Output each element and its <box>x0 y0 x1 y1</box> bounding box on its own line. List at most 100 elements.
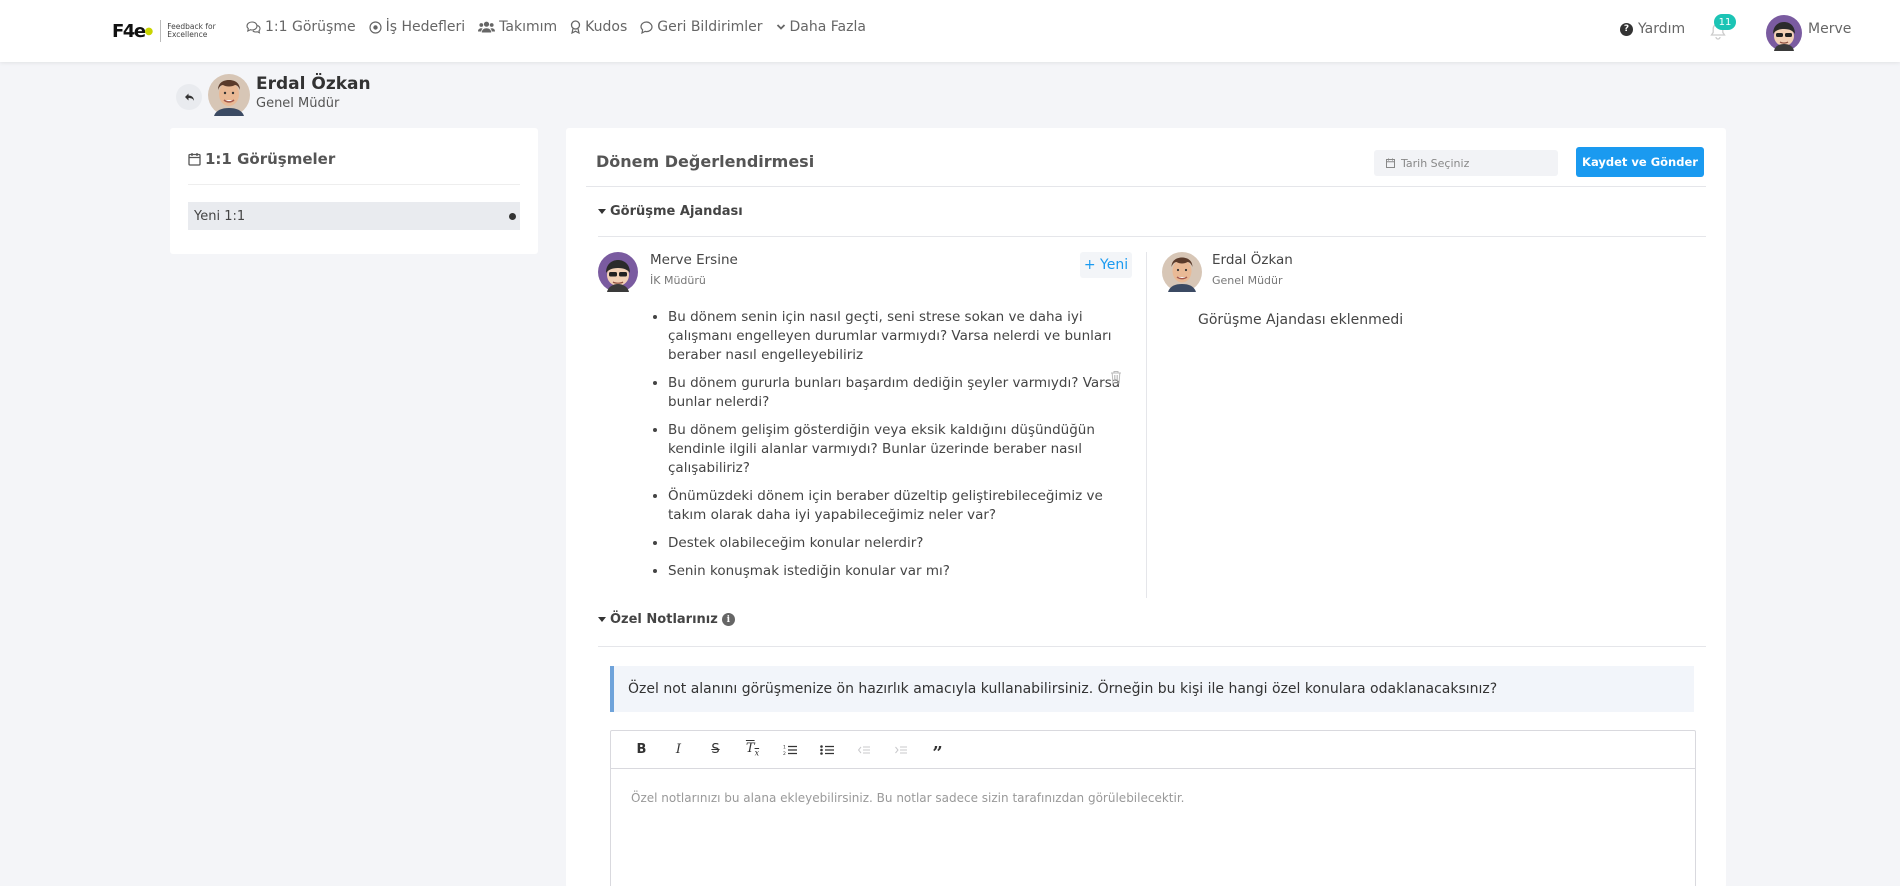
meeting-detail-card: Dönem Değerlendirmesi Tarih Seçiniz Kayd… <box>566 128 1726 886</box>
notes-info-callout: Özel not alanını görüşmenize ön hazırlık… <box>610 666 1694 712</box>
agenda-participant-avatar <box>1162 252 1202 292</box>
agenda-participant-name: Erdal Özkan <box>1212 252 1293 268</box>
bold-icon: B <box>636 742 647 757</box>
user-name[interactable]: Merve <box>1808 21 1851 37</box>
user-avatar[interactable] <box>1766 15 1802 51</box>
meeting-item[interactable]: Yeni 1:1 <box>188 202 520 230</box>
divider <box>586 186 1706 187</box>
notes-info-text: Özel not alanını görüşmenize ön hazırlık… <box>628 681 1498 697</box>
notes-section-title: Özel Notlarınız <box>610 612 718 627</box>
nav-item-team[interactable]: Takımım <box>478 19 557 35</box>
back-button[interactable] <box>176 84 202 110</box>
agenda-section-title: Görüşme Ajandası <box>610 204 743 219</box>
private-notes-editor[interactable]: B I S Tx 12 ” Özel notlarınızı bu alana … <box>610 730 1696 886</box>
strikethrough-icon: S <box>711 742 720 757</box>
agenda-item[interactable]: Destek olabileceğim konular nelerdir? <box>668 534 1138 553</box>
agenda-participant-role: Genel Müdür <box>1212 274 1283 287</box>
bold-button[interactable]: B <box>623 738 660 762</box>
indent-icon <box>894 746 907 753</box>
top-navigation: F4e ● Feedback for Excellence 1:1 Görüşm… <box>0 0 1900 62</box>
nav-label: 1:1 Görüşme <box>265 19 356 35</box>
nav-item-goals[interactable]: İş Hedefleri <box>368 19 466 35</box>
caret-down-icon <box>598 209 606 214</box>
notification-badge: 11 <box>1714 14 1736 30</box>
clear-format-icon: Tx <box>745 741 760 758</box>
person-avatar <box>208 74 250 116</box>
reply-arrow-icon <box>184 93 194 101</box>
bullet-list-button[interactable] <box>808 738 845 762</box>
nav-item-feedback[interactable]: Geri Bildirimler <box>640 19 763 35</box>
help-link[interactable]: ? Yardım <box>1620 21 1685 37</box>
quote-button[interactable]: ” <box>919 738 956 762</box>
users-icon <box>478 21 496 33</box>
calendar-small-icon <box>1386 158 1395 168</box>
agenda-item[interactable]: Senin konuşmak istediğin konular var mı? <box>668 562 1138 581</box>
agenda-author-role: İK Müdürü <box>650 274 706 287</box>
calendar-icon <box>188 153 201 166</box>
nav-item-meetings[interactable]: 1:1 Görüşme <box>246 19 356 35</box>
agenda-author-name: Merve Ersine <box>650 252 738 268</box>
nav-item-more[interactable]: Daha Fazla <box>776 19 866 35</box>
brand-logo[interactable]: F4e ● Feedback for Excellence <box>112 19 217 43</box>
italic-icon: I <box>675 742 682 757</box>
person-name: Erdal Özkan <box>256 74 371 94</box>
indent-button[interactable] <box>882 738 919 762</box>
save-and-send-button[interactable]: Kaydet ve Gönder <box>1576 147 1704 177</box>
notes-section-toggle[interactable]: Özel Notlarınız i <box>598 612 735 627</box>
meetings-list-card: 1:1 Görüşmeler Yeni 1:1 <box>170 128 538 254</box>
main-menu: 1:1 Görüşme İş Hedefleri Takımım Kudos G… <box>246 19 879 35</box>
quote-icon: ” <box>932 742 943 764</box>
meeting-item-label: Yeni 1:1 <box>194 208 246 224</box>
column-divider <box>1146 252 1147 598</box>
logo-dot-icon: ● <box>144 25 154 37</box>
help-label: Yardım <box>1638 21 1686 37</box>
italic-button[interactable]: I <box>660 738 697 762</box>
date-picker-placeholder: Tarih Seçiniz <box>1401 156 1470 170</box>
date-picker[interactable]: Tarih Seçiniz <box>1374 150 1558 176</box>
agenda-section-toggle[interactable]: Görüşme Ajandası <box>598 204 743 219</box>
clear-format-button[interactable]: Tx <box>734 738 771 762</box>
empty-agenda-message: Görüşme Ajandası eklenmedi <box>1198 312 1404 328</box>
nav-label: Kudos <box>585 19 628 35</box>
award-icon <box>571 20 581 34</box>
svg-text:1: 1 <box>783 744 786 750</box>
outdent-icon <box>857 746 870 753</box>
active-dot-icon <box>509 213 516 220</box>
meeting-title: Dönem Değerlendirmesi <box>596 152 815 171</box>
agenda-item[interactable]: Önümüzdeki dönem için beraber düzeltip g… <box>668 487 1138 525</box>
trash-icon[interactable] <box>1110 370 1122 384</box>
agenda-item[interactable]: Bu dönem gelişim gösterdiğin veya eksik … <box>668 421 1138 478</box>
target-icon <box>368 20 382 34</box>
info-icon[interactable]: i <box>721 613 735 626</box>
agenda-item[interactable]: Bu dönem gururla bunları başardım dediği… <box>668 374 1138 412</box>
chat-icon <box>246 20 261 34</box>
new-agenda-item-button[interactable]: + Yeni <box>1080 252 1132 278</box>
divider <box>188 184 520 185</box>
svg-text:2: 2 <box>783 751 786 756</box>
nav-label: İş Hedefleri <box>385 19 466 35</box>
ordered-list-button[interactable]: 12 <box>771 738 808 762</box>
agenda-item-list: Bu dönem senin için nasıl geçti, seni st… <box>668 308 1138 590</box>
outdent-button[interactable] <box>845 738 882 762</box>
chevron-down-icon <box>776 24 785 30</box>
nav-label: Geri Bildirimler <box>657 19 763 35</box>
ordered-list-icon: 12 <box>783 744 797 756</box>
strikethrough-button[interactable]: S <box>697 738 734 762</box>
divider <box>598 236 1706 237</box>
logo-tagline: Feedback for Excellence <box>167 22 216 39</box>
logo-divider <box>160 20 162 42</box>
meetings-list-label: 1:1 Görüşmeler <box>205 150 336 168</box>
question-icon: ? <box>1620 22 1633 36</box>
meetings-list-title: 1:1 Görüşmeler <box>188 150 335 168</box>
logo-mark: F4e <box>112 20 146 42</box>
editor-toolbar: B I S Tx 12 ” <box>611 731 1695 769</box>
nav-label: Daha Fazla <box>789 19 866 35</box>
agenda-item[interactable]: Bu dönem senin için nasıl geçti, seni st… <box>668 308 1138 365</box>
notes-placeholder: Özel notlarınızı bu alana ekleyebilirsin… <box>631 791 1185 805</box>
bullet-list-icon <box>819 744 834 755</box>
agenda-author-avatar <box>598 252 638 292</box>
nav-item-kudos[interactable]: Kudos <box>570 19 627 35</box>
divider <box>598 646 1706 647</box>
nav-label: Takımım <box>499 19 558 35</box>
comment-icon <box>640 20 653 34</box>
